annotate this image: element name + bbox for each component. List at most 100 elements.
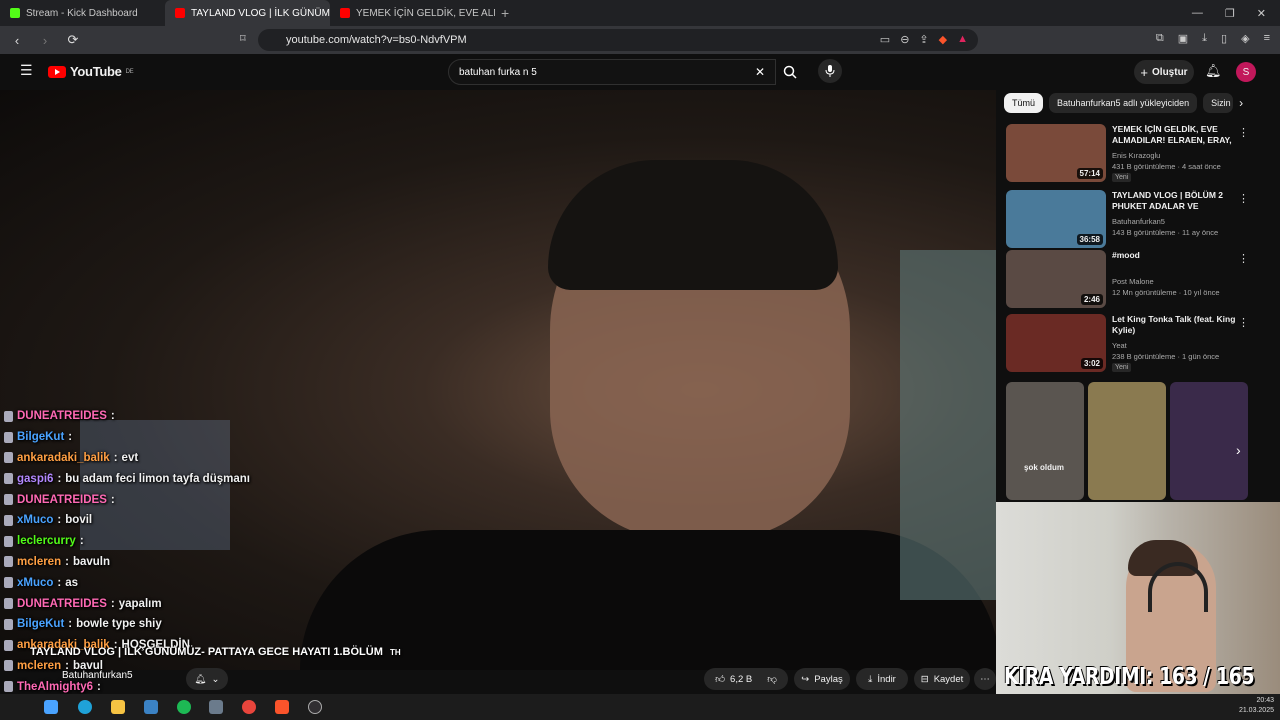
recommendation-channel[interactable]: Enis Kırazoglu <box>1112 150 1160 161</box>
chat-message: bovil <box>65 514 93 527</box>
back-icon[interactable]: ‹ <box>6 33 28 48</box>
download-icon[interactable]: ⤓ <box>1202 32 1207 45</box>
chat-message: bavuln <box>72 555 111 568</box>
window-controls: — ❐ ✕ <box>1192 0 1280 26</box>
recommendation-item[interactable]: 36:58 TAYLAND VLOG | BÖLÜM 2 PHUKET ADALA… <box>1004 190 1280 250</box>
tab-yemek[interactable]: YEMEK İÇİN GELDİK, EVE ALMADILAR <box>330 0 495 26</box>
search-button[interactable] <box>776 59 804 85</box>
search-input[interactable]: batuhan furka n 5 ✕ <box>448 59 776 85</box>
chat-user: DUNEATREIDES <box>17 410 107 423</box>
like-count: 6,2 B <box>730 673 753 685</box>
chat-separator: : <box>110 410 115 423</box>
url-field[interactable]: youtube.com/watch?v=bs0-NdvfVPM ▭ ⊖ ⇪ ◆ … <box>258 29 978 51</box>
youtube-logo[interactable]: YouTube DE <box>48 64 134 79</box>
download-button[interactable]: ⤓ İndir <box>856 668 908 690</box>
new-badge: Yeni <box>1112 173 1132 182</box>
reload-icon[interactable]: ⟳ <box>62 32 84 48</box>
more-options-icon[interactable]: ⋮ <box>1238 252 1249 265</box>
create-button[interactable]: + Oluştur <box>1134 60 1194 84</box>
recommendation-channel[interactable]: Post Malone <box>1112 276 1154 287</box>
clear-search-icon[interactable]: ✕ <box>755 65 765 79</box>
chat-line: DUNEATREIDES: <box>4 489 304 510</box>
bookmark-icon[interactable]: ⌑ <box>240 32 246 45</box>
share-label: Paylaş <box>814 673 843 685</box>
chat-badge-icon <box>4 598 13 610</box>
file-explorer-icon[interactable] <box>111 700 125 714</box>
windows-start-icon[interactable] <box>44 700 58 714</box>
chip-uploader[interactable]: Batuhanfurkan5 adlı yükleyiciden <box>1049 93 1198 113</box>
save-button[interactable]: ⊟ Kaydet <box>914 668 970 690</box>
recommendation-item[interactable]: 3:02 Let King Tonka Talk (feat. King Kyli… <box>1004 314 1280 374</box>
recommendation-title[interactable]: Let King Tonka Talk (feat. King Kylie) <box>1112 314 1240 336</box>
recommendation-title[interactable]: YEMEK İÇİN GELDİK, EVE ALMADILAR! ELRAEN… <box>1112 124 1240 148</box>
menu-icon[interactable]: ≡ <box>1264 32 1270 45</box>
sidebar-icon[interactable]: ▯ <box>1221 32 1227 45</box>
voice-search-button[interactable] <box>818 59 842 83</box>
more-options-icon[interactable]: ⋮ <box>1238 316 1249 329</box>
thumbs-down-icon[interactable]: 👎︎ <box>767 673 777 685</box>
chrome-icon[interactable] <box>242 700 256 714</box>
like-button[interactable]: 👍︎ 6,2 B 👎︎ <box>704 668 788 690</box>
wallet-icon[interactable]: ▣ <box>1178 32 1188 45</box>
minimize-icon[interactable]: — <box>1192 7 1203 19</box>
channel-name[interactable]: Batuhanfurkan5 <box>62 670 133 681</box>
new-tab-button[interactable]: + <box>501 5 509 21</box>
more-options-icon[interactable]: ⋮ <box>1238 126 1249 139</box>
brave-icon[interactable] <box>275 700 289 714</box>
video-thumbnail[interactable]: 3:02 <box>1006 314 1106 372</box>
spotify-icon[interactable] <box>177 700 191 714</box>
chat-line: DUNEATREIDES: <box>4 406 304 427</box>
zoom-icon[interactable]: ⊖ <box>900 33 909 46</box>
chip-all[interactable]: Tümü <box>1004 93 1044 113</box>
recommendation-item[interactable]: 2:46 #mood Post Malone 12 Mn görüntüleme · … <box>1004 250 1280 310</box>
more-actions-button[interactable]: ⋯ <box>974 668 996 690</box>
address-bar-row: ‹ › ⟳ ⌑ youtube.com/watch?v=bs0-NdvfVPM … <box>0 26 1280 54</box>
calculator-icon[interactable] <box>209 700 223 714</box>
subscribe-bell-button[interactable]: 🔔︎ ⌄ <box>186 668 228 690</box>
video-thumbnail[interactable]: 57:14 <box>1006 124 1106 182</box>
share-arrow-icon: ↪ <box>801 673 810 685</box>
avatar[interactable]: S <box>1236 62 1256 82</box>
more-options-icon[interactable]: ⋮ <box>1238 192 1249 205</box>
tab-tayland-vlog[interactable]: TAYLAND VLOG | İLK GÜNÜMÜZ ✕ <box>165 0 330 26</box>
short-video[interactable] <box>1088 382 1166 500</box>
maximize-icon[interactable]: ❐ <box>1225 7 1235 20</box>
video-title-suffix: TH <box>389 648 401 657</box>
chat-line: mcleren: bavuln <box>4 552 304 573</box>
brave-rewards-icon[interactable]: ▲ <box>957 33 968 46</box>
download-arrow-icon: ⤓ <box>868 673 873 685</box>
recommendation-title[interactable]: TAYLAND VLOG | BÖLÜM 2 PHUKET ADALAR VE … <box>1112 190 1240 214</box>
video-duration: 57:14 <box>1076 168 1103 179</box>
recommendation-title[interactable]: #mood <box>1112 250 1240 261</box>
obs-icon[interactable] <box>308 700 322 714</box>
notifications-icon[interactable]: 🔔︎ <box>1205 63 1222 79</box>
share-button[interactable]: ↪ Paylaş <box>794 668 850 690</box>
browser-toolbar: ⧉ ▣ ⤓ ▯ ◈ ≡ <box>1156 32 1270 45</box>
brave-shield-icon[interactable]: ◆ <box>939 33 947 46</box>
video-thumbnail[interactable]: 36:58 <box>1006 190 1106 248</box>
hamburger-icon[interactable]: ☰ <box>20 62 33 79</box>
video-thumbnail[interactable]: 2:46 <box>1006 250 1106 308</box>
filter-chips: Tümü Batuhanfurkan5 adlı yükleyiciden Si… <box>1004 90 1280 116</box>
shorts-next-icon[interactable]: › <box>1236 442 1241 458</box>
tab-kick-dashboard[interactable]: Stream - Kick Dashboard <box>0 0 165 26</box>
edge-icon[interactable] <box>78 700 92 714</box>
store-icon[interactable] <box>144 700 158 714</box>
youtube-play-icon <box>48 65 66 78</box>
share-icon[interactable]: ⇪ <box>919 33 928 46</box>
recommendation-channel[interactable]: Batuhanfurkan5 <box>1112 216 1165 227</box>
short-video[interactable]: şok oldum <box>1006 382 1084 500</box>
cast-icon[interactable]: ▭ <box>880 33 890 46</box>
short-video[interactable] <box>1170 382 1248 500</box>
chevron-right-icon[interactable]: › <box>1239 96 1243 110</box>
recommendation-channel[interactable]: Yeat <box>1112 340 1127 351</box>
recommendation-item[interactable]: 57:14 YEMEK İÇİN GELDİK, EVE ALMADILAR! E… <box>1004 124 1280 184</box>
vpn-icon[interactable]: ◈ <box>1241 32 1249 45</box>
close-window-icon[interactable]: ✕ <box>1257 7 1266 20</box>
chat-line: gaspi6: bu adam feci limon tayfa düşmanı <box>4 468 304 489</box>
chip-yours[interactable]: Sizin <box>1203 93 1234 113</box>
extensions-icon[interactable]: ⧉ <box>1156 32 1164 45</box>
chat-separator: : <box>97 680 101 693</box>
chat-separator: : <box>113 451 118 464</box>
forward-icon[interactable]: › <box>34 33 56 48</box>
